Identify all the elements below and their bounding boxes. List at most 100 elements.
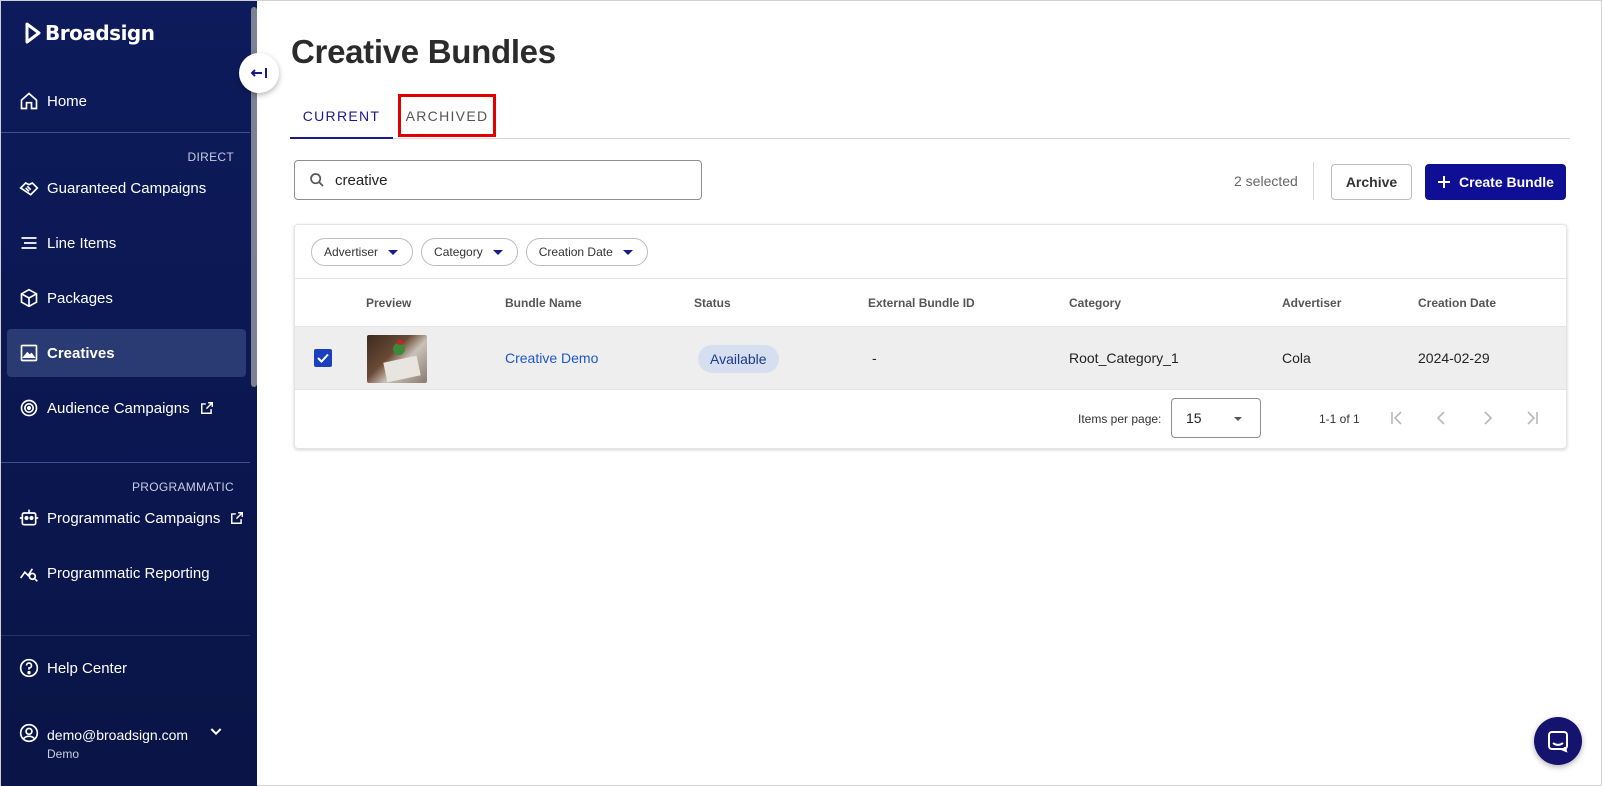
sidebar-item-label: Guaranteed Campaigns [47,179,207,197]
page-range: 1-1 of 1 [1319,412,1360,426]
tab-bar: CURRENT ARCHIVED [290,94,1570,139]
sidebar-item-line-items[interactable]: Line Items [7,219,246,267]
sidebar-item-programmatic-campaigns[interactable]: Programmatic Campaigns [7,494,246,542]
chat-support-button[interactable] [1534,717,1582,765]
thumbnail-paper [383,355,421,383]
sidebar-item-label: Creatives [47,344,115,362]
column-header-category[interactable]: Category [1069,296,1121,310]
items-per-page-select[interactable]: 15 [1171,398,1261,438]
broadsign-logo-icon [25,22,41,44]
advertiser-cell: Cola [1282,350,1311,366]
items-per-page-label: Items per page: [1078,412,1162,426]
tab-current[interactable]: CURRENT [290,95,393,139]
sidebar-item-label: Programmatic Reporting [47,564,210,582]
next-page-button[interactable] [1477,408,1497,428]
column-header-external-id[interactable]: External Bundle ID [868,296,975,310]
sidebar-item-audience-campaigns[interactable]: Audience Campaigns [7,384,246,432]
tab-archived[interactable]: ARCHIVED [398,94,496,137]
caret-down-icon [1234,417,1242,421]
search-field[interactable] [294,160,702,200]
pagination: Items per page: 15 1-1 of 1 [295,398,1566,438]
column-header-preview[interactable]: Preview [366,296,411,310]
items-per-page-value: 15 [1186,410,1202,426]
caret-down-icon [622,249,633,255]
check-icon [317,353,329,363]
target-icon [20,399,38,417]
brand-name: Broadsign [45,21,155,45]
sidebar-item-help-center[interactable]: Help Center [7,644,246,692]
external-link-icon [200,402,213,414]
table-row[interactable]: Creative Demo Available - Root_Category_… [295,326,1566,390]
last-page-button[interactable] [1522,408,1542,428]
archive-button[interactable]: Archive [1331,164,1412,200]
sidebar-item-label: Line Items [47,234,117,252]
create-bundle-button[interactable]: Create Bundle [1425,164,1566,200]
category-cell: Root_Category_1 [1069,350,1179,366]
handshake-icon [19,181,39,196]
user-menu[interactable]: demo@broadsign.com Demo [19,723,224,761]
filter-label: Creation Date [538,245,613,259]
search-icon [310,173,324,187]
last-page-icon [1527,411,1538,425]
filter-label: Advertiser [324,245,379,259]
filter-advertiser[interactable]: Advertiser [311,238,414,266]
row-checkbox[interactable] [314,349,332,367]
user-role: Demo [47,747,80,761]
package-icon [20,288,38,308]
plus-icon [1438,176,1451,188]
sidebar-item-creatives[interactable]: Creatives [7,329,246,377]
chevron-left-icon [1436,411,1445,425]
section-label-programmatic: PROGRAMMATIC [131,480,234,494]
home-icon [20,92,38,110]
collapse-arrow-icon [250,68,267,78]
column-header-status[interactable]: Status [694,296,731,310]
list-lines-icon [21,237,37,249]
create-bundle-label: Create Bundle [1459,174,1554,190]
caret-down-icon [388,249,399,255]
chart-search-icon [19,568,38,582]
search-input[interactable] [335,171,675,189]
robot-icon [19,509,39,526]
page-title: Creative Bundles [291,33,556,70]
section-label-direct: DIRECT [187,150,234,164]
toolbar-divider [1313,162,1314,200]
external-id-cell: - [872,350,877,366]
bundle-name-link[interactable]: Creative Demo [505,350,598,366]
chevron-right-icon [1484,411,1493,425]
thumbnail-figure-top [397,340,403,345]
account-circle-icon [19,723,39,743]
brand-logo[interactable]: Broadsign [25,21,155,45]
sidebar-item-label: Programmatic Campaigns [47,509,221,527]
column-header-creation-date[interactable]: Creation Date [1418,296,1496,310]
status-badge: Available [698,345,779,373]
previous-page-button[interactable] [1432,408,1452,428]
divider [295,278,1566,279]
sidebar-item-label: Packages [47,289,113,307]
user-email: demo@broadsign.com [47,727,189,743]
sidebar-divider [1,462,250,463]
sidebar-divider [1,132,250,133]
collapse-sidebar-button[interactable] [239,53,279,93]
selected-count: 2 selected [1234,173,1298,189]
sidebar-item-home[interactable]: Home [7,77,246,125]
external-link-icon [231,512,244,524]
filter-category[interactable]: Category [421,238,518,266]
creation-date-cell: 2024-02-29 [1418,350,1490,366]
help-circle-icon [19,658,39,678]
sidebar: Broadsign Home DIRECT Guaranteed Campaig… [1,1,257,786]
column-header-advertiser[interactable]: Advertiser [1282,296,1341,310]
sidebar-item-programmatic-reporting[interactable]: Programmatic Reporting [7,549,246,597]
sidebar-item-guaranteed-campaigns[interactable]: Guaranteed Campaigns [7,164,246,212]
sidebar-item-packages[interactable]: Packages [7,274,246,322]
preview-thumbnail[interactable] [367,335,427,383]
caret-down-icon [492,249,503,255]
first-page-button[interactable] [1387,408,1407,428]
chevron-down-icon[interactable] [208,723,224,739]
image-icon [20,344,38,362]
filter-bar: Advertiser Category Creation Date [311,238,648,266]
first-page-icon [1391,411,1402,425]
sidebar-divider [1,635,250,636]
filter-creation-date[interactable]: Creation Date [525,238,648,266]
column-header-bundle-name[interactable]: Bundle Name [505,296,582,310]
bundles-table: Advertiser Category Creation Date Previe… [294,224,1567,449]
